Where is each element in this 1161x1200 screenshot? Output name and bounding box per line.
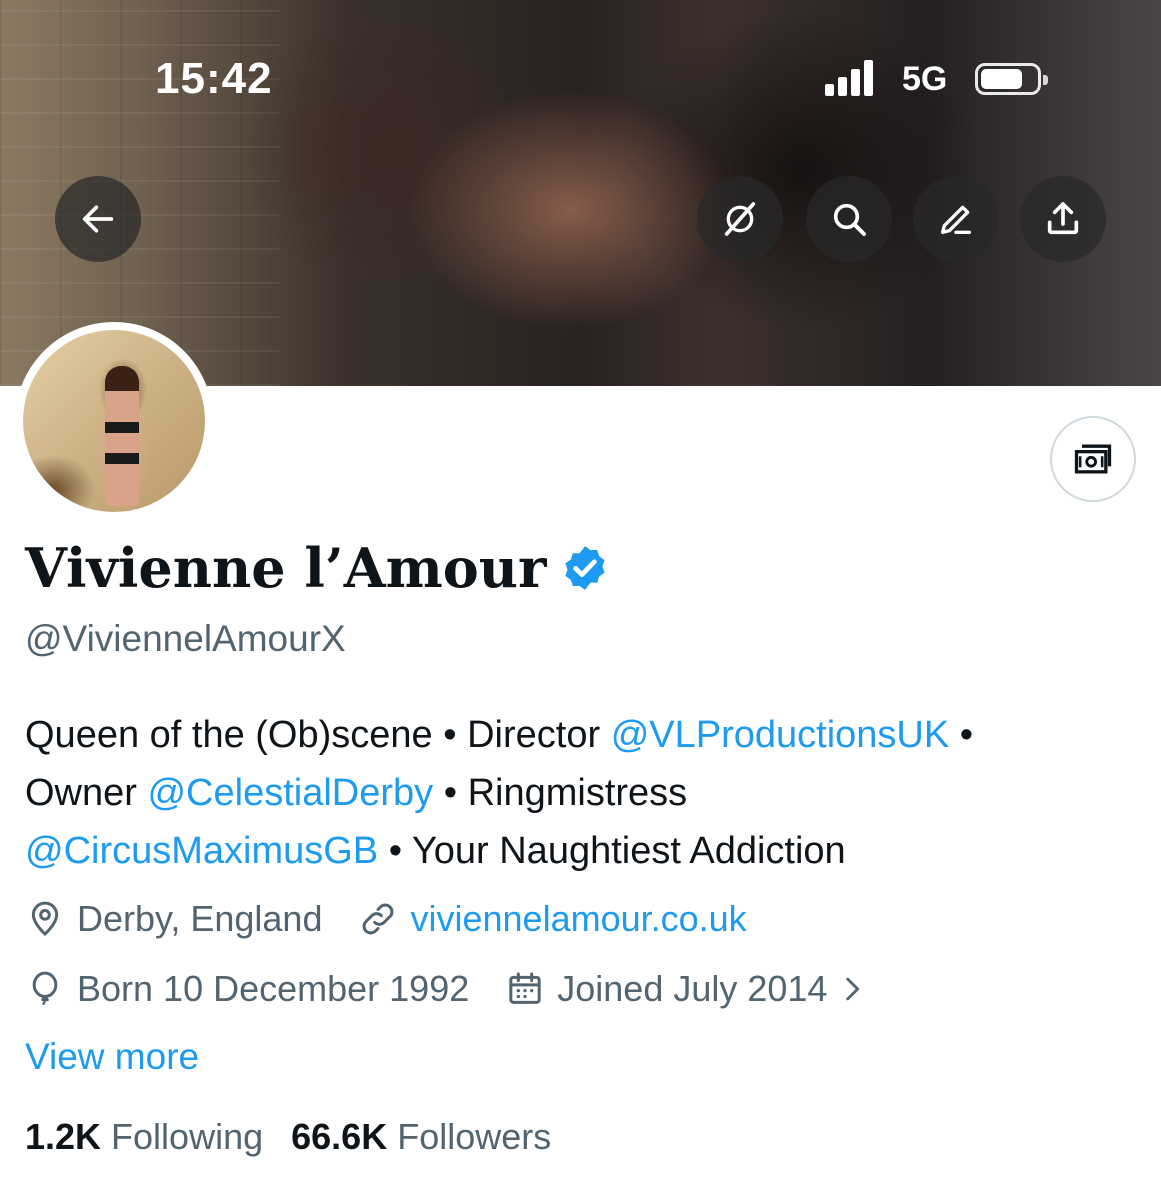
joined-item[interactable]: Joined July 2014 <box>505 968 869 1010</box>
network-type: 5G <box>902 60 948 98</box>
bio-text: • Your Naughtiest Addiction <box>378 830 846 872</box>
location-item: Derby, England <box>25 898 322 940</box>
edit-icon <box>941 205 971 234</box>
calendar-icon <box>509 972 541 1004</box>
profile-banner[interactable]: 15:42 5G <box>0 0 1161 386</box>
follow-stats: 1.2K Following 66.6K Followers <box>25 1116 579 1158</box>
followers-label: Followers <box>397 1116 552 1157</box>
followers-count: 66.6K <box>291 1116 388 1157</box>
location-pin-icon <box>31 901 59 937</box>
profile-meta-row: Derby, England viviennelamour.co.uk <box>25 898 783 940</box>
bio-text: • Ringmistress <box>433 772 688 814</box>
search-icon <box>833 203 866 236</box>
share-button[interactable] <box>1020 176 1106 262</box>
profile-name: Vivienne l’Amour <box>25 536 610 600</box>
grok-button[interactable] <box>697 176 783 262</box>
bio-line: Owner @CelestialDerby • Ringmistress <box>25 764 1135 822</box>
search-button[interactable] <box>806 176 892 262</box>
location-text: Derby, England <box>77 898 323 939</box>
birthday-text: Born 10 December 1992 <box>77 968 470 1009</box>
following-label: Following <box>111 1116 264 1157</box>
bio-line: @CircusMaximusGB • Your Naughtiest Addic… <box>25 822 1135 880</box>
website-link[interactable]: viviennelamour.co.uk <box>410 898 746 940</box>
edit-button[interactable] <box>913 176 999 262</box>
share-icon <box>1047 202 1079 235</box>
status-time: 15:42 <box>155 54 273 103</box>
chevron-right-icon <box>846 977 860 1001</box>
tips-button[interactable] <box>1050 416 1136 502</box>
avatar-figure <box>105 366 139 506</box>
following-stat[interactable]: 1.2K Following <box>25 1116 263 1158</box>
balloon-icon <box>32 971 58 1005</box>
profile-meta-row: Born 10 December 1992 Joined July 2014 <box>25 968 905 1010</box>
profile-handle: @ViviennelAmourX <box>25 618 346 659</box>
followers-stat[interactable]: 66.6K Followers <box>291 1116 551 1158</box>
view-more-link[interactable]: View more <box>25 1036 199 1078</box>
verified-badge-icon[interactable] <box>560 543 610 593</box>
display-name: Vivienne l’Amour <box>25 536 547 600</box>
bio-text: • <box>949 714 974 756</box>
back-arrow-icon <box>82 205 114 233</box>
mention-link[interactable]: @CircusMaximusGB <box>25 830 378 872</box>
mention-link[interactable]: @VLProductionsUK <box>611 714 950 756</box>
website-item[interactable]: viviennelamour.co.uk <box>358 898 747 940</box>
bio-line: Queen of the (Ob)scene • Director @VLPro… <box>25 706 1135 764</box>
birthday-item: Born 10 December 1992 <box>25 968 469 1010</box>
following-count: 1.2K <box>25 1116 102 1157</box>
mention-link[interactable]: @CelestialDerby <box>147 772 433 814</box>
battery-cap <box>1043 75 1048 85</box>
profile-bio: Queen of the (Ob)scene • Director @VLPro… <box>25 706 1135 880</box>
battery-level <box>981 69 1022 89</box>
bio-text: Owner <box>25 772 148 814</box>
battery-icon <box>975 63 1048 95</box>
grok-icon <box>724 202 756 236</box>
cellular-signal-icon <box>825 60 885 96</box>
joined-text: Joined July 2014 <box>557 968 828 1009</box>
bio-text: Queen of the (Ob)scene • Director <box>25 714 611 756</box>
link-icon <box>363 903 394 935</box>
profile-avatar[interactable] <box>15 322 213 520</box>
back-button[interactable] <box>55 176 141 262</box>
avatar-image <box>23 330 205 512</box>
money-icon <box>1074 444 1112 474</box>
